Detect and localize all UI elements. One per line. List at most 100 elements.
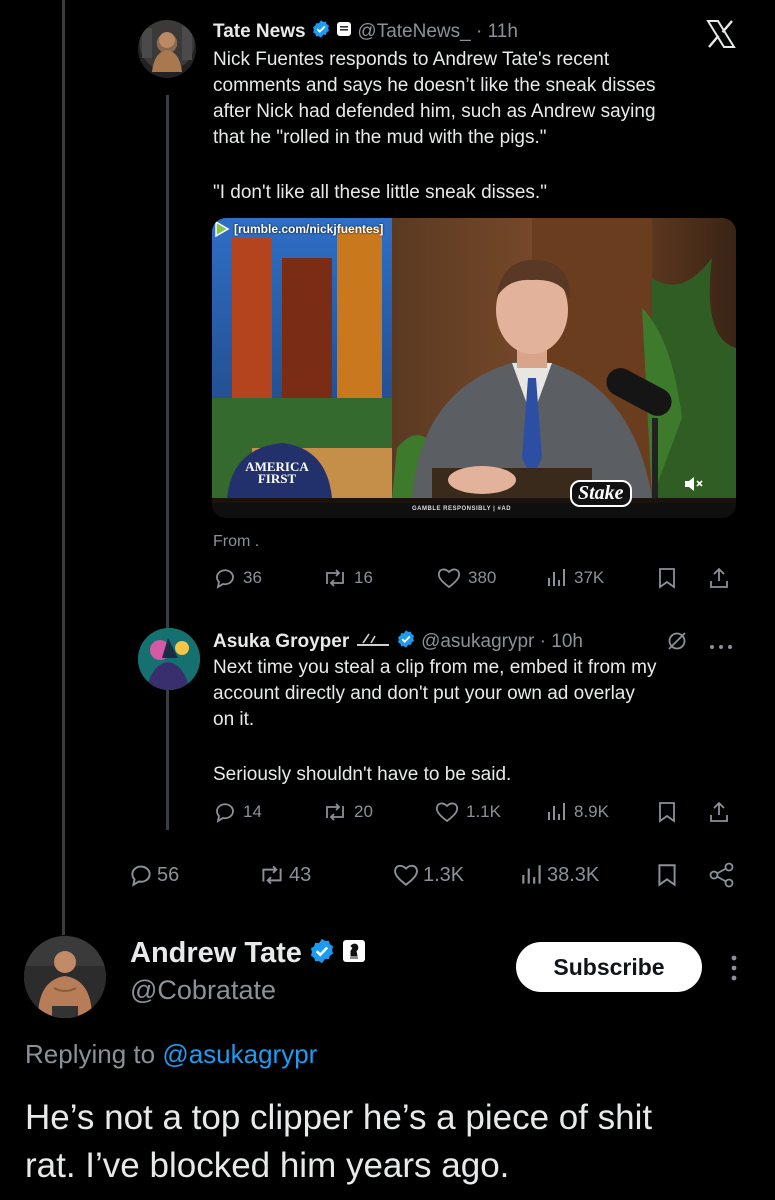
asuka-name[interactable]: Asuka Groyper	[213, 631, 349, 652]
views-count: 37K	[574, 568, 605, 587]
reply-stat[interactable]: 14	[213, 800, 262, 824]
parent-like-stat[interactable]: 1.3K	[392, 862, 464, 888]
tate-news-avatar-figure	[142, 26, 192, 72]
tate-news-handle[interactable]: @TateNews_	[357, 21, 470, 42]
asuka-text: Next time you steal a clip from me, embe…	[213, 655, 753, 733]
reply-icon	[131, 865, 151, 887]
reply-icon	[216, 569, 234, 589]
tweet-text-line: Next time you steal a clip from me, embe…	[213, 657, 657, 678]
views-icon	[548, 569, 565, 586]
tweet-text-line: on it.	[213, 709, 255, 730]
tate-news-name[interactable]: Tate News	[213, 21, 306, 42]
repost-count: 16	[354, 568, 373, 587]
tweet-text-line: after Nick had defended him, such as And…	[213, 101, 656, 122]
parent-share-button[interactable]	[708, 862, 736, 888]
hat-text: AMERICA FIRST	[232, 460, 322, 486]
chess-badge-icon	[342, 939, 366, 968]
tate-news-avatar[interactable]	[138, 20, 196, 78]
like-stat[interactable]: 380	[436, 566, 496, 590]
parent-bookmark-button[interactable]	[655, 862, 679, 888]
reply-stat[interactable]: 36	[213, 566, 262, 590]
asuka-header: Asuka Groyper @asukagrypr · 10h	[213, 629, 583, 655]
tate-news-time[interactable]: 11h	[488, 21, 518, 42]
tate-news-header: Tate News @TateNews_ · 11h	[213, 19, 518, 45]
grok-icon[interactable]	[666, 630, 688, 657]
views-count: 8.9K	[574, 802, 609, 821]
repost-stat[interactable]: 16	[322, 566, 373, 590]
reply-count: 56	[157, 863, 180, 886]
asuka-emoji-icon	[355, 631, 391, 653]
reply-icon	[216, 803, 234, 823]
repost-stat[interactable]: 20	[322, 800, 373, 824]
tweet-text-line: comments and says he doesn’t like the sn…	[213, 75, 656, 96]
dot-separator: ·	[470, 21, 488, 43]
asuka-handle[interactable]: @asukagrypr	[421, 631, 534, 652]
tweet-text-line: He’s not a top clipper he’s a piece of s…	[25, 1098, 653, 1137]
repost-icon	[262, 865, 282, 885]
verified-icon	[311, 19, 331, 45]
like-count: 1.1K	[466, 802, 501, 821]
from-label: From .	[213, 533, 260, 550]
like-count: 380	[468, 568, 497, 587]
views-stat[interactable]: 37K	[546, 566, 604, 590]
views-icon	[522, 865, 541, 884]
video-source-url: [rumble.com/nickjfuentes]	[234, 222, 384, 236]
video-source-overlay: [rumble.com/nickjfuentes]	[212, 220, 383, 238]
dot-separator: ·	[534, 631, 552, 653]
tweet-text-line: Nick Fuentes responds to Andrew Tate's r…	[213, 49, 610, 70]
hat-text-line: FIRST	[257, 471, 297, 486]
andrew-tate-handle[interactable]: @Cobratate	[130, 975, 276, 1006]
andrew-tate-name-row: Andrew Tate	[130, 937, 366, 970]
like-count: 1.3K	[423, 863, 465, 886]
like-icon	[437, 568, 461, 589]
parent-reply-stat[interactable]: 56	[128, 862, 179, 888]
replying-prefix: Replying to	[25, 1039, 156, 1069]
asuka-avatar[interactable]	[138, 628, 200, 690]
tweet-text-line: that he "rolled in the mud with the pigs…	[213, 127, 547, 148]
repost-count: 43	[289, 863, 312, 886]
like-icon	[435, 802, 459, 823]
thread-line-outer	[62, 0, 65, 935]
views-icon	[548, 803, 565, 820]
subscribe-button[interactable]: Subscribe	[516, 942, 702, 992]
share-button[interactable]	[708, 566, 730, 590]
tate-news-text: Nick Fuentes responds to Andrew Tate's r…	[213, 47, 753, 151]
repost-icon	[326, 803, 344, 821]
tate-news-quote-line: "I don't like all these little sneak dis…	[213, 182, 547, 203]
tweet-text-line: account directly and don't put your own …	[213, 683, 635, 704]
reply-count: 14	[243, 802, 262, 821]
replying-handle-link[interactable]: @asukagrypr	[162, 1039, 317, 1069]
andrew-tate-avatar[interactable]	[24, 936, 106, 1018]
share-network-icon	[709, 862, 734, 888]
andrew-tate-text: He’s not a top clipper he’s a piece of s…	[25, 1094, 765, 1190]
bookmark-button[interactable]	[656, 566, 678, 590]
more-icon[interactable]	[708, 638, 734, 656]
mute-icon[interactable]	[682, 474, 706, 499]
verified-icon	[308, 937, 336, 970]
subscribe-label: Subscribe	[553, 953, 665, 980]
rumble-play-icon	[215, 220, 230, 238]
like-icon	[394, 864, 418, 886]
like-stat[interactable]: 1.1K	[434, 800, 501, 824]
verified-icon	[396, 629, 416, 655]
share-icon	[710, 567, 728, 588]
more-vertical-icon[interactable]	[730, 954, 738, 987]
bookmark-icon	[658, 864, 676, 887]
news-badge-icon	[336, 21, 352, 43]
parent-repost-stat[interactable]: 43	[258, 862, 311, 888]
parent-views-stat[interactable]: 38.3K	[520, 862, 599, 888]
reply-count: 36	[243, 568, 262, 587]
andrew-tate-name[interactable]: Andrew Tate	[130, 937, 302, 970]
video-player[interactable]: [rumble.com/nickjfuentes] AMERICA FIRST …	[212, 218, 736, 518]
repost-icon	[326, 569, 344, 587]
bookmark-button[interactable]	[656, 800, 678, 824]
views-count: 38.3K	[547, 863, 600, 886]
bookmark-icon	[659, 568, 675, 589]
sponsor-logo: Stake	[570, 480, 632, 507]
tweet-text-line: rat. I’ve blocked him years ago.	[25, 1146, 510, 1185]
bookmark-icon	[659, 802, 675, 823]
ad-disclaimer: GAMBLE RESPONSIBLY | #AD	[412, 506, 512, 512]
views-stat[interactable]: 8.9K	[546, 800, 609, 824]
share-button[interactable]	[708, 800, 730, 824]
asuka-time[interactable]: 10h	[551, 631, 583, 652]
